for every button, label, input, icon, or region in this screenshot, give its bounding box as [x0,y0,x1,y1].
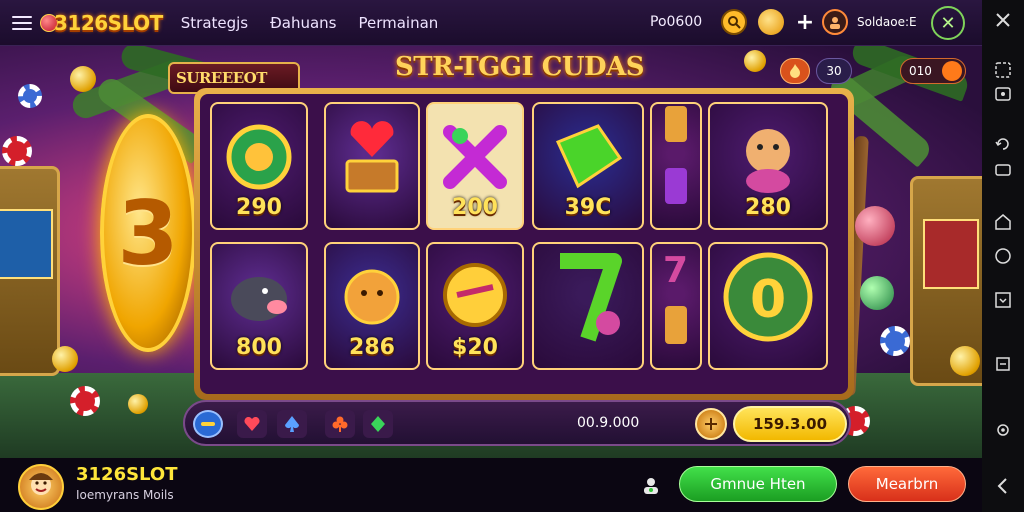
download-icon[interactable] [993,290,1013,310]
reel-tile[interactable] [324,102,420,230]
username: Soldaoe:E [857,15,917,29]
boar-icon [219,257,299,341]
x-leaf-icon [440,122,510,196]
ornament-ball-icon [860,276,894,310]
menu-icon[interactable] [12,15,32,30]
circle-icon[interactable] [993,246,1013,266]
reel-tile[interactable]: 7 [650,242,702,370]
nav-strategjs[interactable]: Strategjs [181,14,248,32]
top-bar: 3126SLOT Strategjs Ðahuans Permainan Po0… [0,0,982,46]
game-start-button[interactable]: Gmnue Hten [679,466,837,502]
green-gem-icon [548,122,628,196]
close-icon[interactable] [993,10,1013,30]
bet-amount: 00.9.000 [577,415,640,431]
lantern-icon [659,104,693,216]
brand-name: 3126SLOT [76,464,178,485]
register-button[interactable]: Mearbrn [848,466,966,502]
nav-dahuans[interactable]: Ðahuans [270,14,336,32]
diamond-suit-icon[interactable] [363,410,393,438]
nav-permainan[interactable]: Permainan [358,14,438,32]
tile-value: 286 [349,335,395,360]
poker-chip-icon [18,84,42,108]
game-title: STR-TGGI CUDAS [395,52,645,82]
reel-tile[interactable]: 39C [532,102,644,230]
reel-tile[interactable]: 0 [708,242,828,370]
avatar[interactable] [822,9,848,35]
slot-machine-left [0,166,60,376]
seven-jar-icon: 7 [659,244,693,356]
spin-icon[interactable] [695,408,727,440]
coin-icon [70,66,96,92]
control-bar: 00.9.000 159.3.00 [183,400,851,446]
device-side-rail [982,0,1024,512]
ornament-ball-icon [855,206,895,246]
tile-value: 290 [236,195,282,220]
poker-chip-icon [880,326,910,356]
poker-chip-icon [2,136,32,166]
tile-value: 200 [452,195,498,220]
big-coin-icon: 3 [100,114,196,352]
logo[interactable]: 3126SLOT [40,11,163,35]
back-icon[interactable] [993,476,1013,496]
lucky-seven-icon [548,247,628,351]
level-badge[interactable]: 30 [816,58,852,84]
home-icon[interactable] [993,212,1013,232]
user-support-icon[interactable] [640,474,662,496]
landscape-icon[interactable] [993,160,1013,180]
plus-icon[interactable]: + [792,9,818,35]
screenshot-icon[interactable] [993,60,1013,80]
search-icon[interactable] [721,9,747,35]
coin-icon [128,394,148,414]
club-suit-icon[interactable] [325,410,355,438]
main-nav: Strategjs Ðahuans Permainan [181,14,461,32]
heart-suit-icon[interactable] [237,410,267,438]
brand-subtitle: Ioemyrans Moils [76,488,174,502]
reel-tile[interactable]: 200 [426,102,524,230]
rotate-icon[interactable] [993,134,1013,154]
tile-value: 800 [236,335,282,360]
tile-value: 39C [564,195,612,220]
svg-text:7: 7 [663,250,688,291]
coin-icon [950,346,980,376]
dog-mascot-icon [728,117,808,201]
reel-tile[interactable] [650,102,702,230]
jackpot-zero-icon: 0 [720,247,816,351]
logo-text: 3126SLOT [54,10,163,35]
settings-icon[interactable] [993,420,1013,440]
tile-value: 280 [745,195,791,220]
reel-tile[interactable]: 280 [708,102,828,230]
tile-value: $20 [452,335,498,360]
reel-tile[interactable]: 800 [210,242,308,370]
reel-tile[interactable] [532,242,644,370]
coin-icon [744,50,766,72]
reel-tile[interactable]: 286 [324,242,420,370]
coin-icon[interactable] [758,9,784,35]
reel-frame: 290 200 39C 280 800 286 $20 7 0 [194,88,854,400]
heart-chest-icon [337,117,407,201]
brand-avatar[interactable] [18,464,64,510]
reel-grid: 290 200 39C 280 800 286 $20 7 0 [200,94,848,394]
win-amount: 159.3.00 [733,406,847,442]
score-badge[interactable]: 010 [900,58,966,84]
close-icon[interactable]: ✕ [931,6,965,40]
spade-suit-icon[interactable] [277,410,307,438]
golden-cat-icon [332,257,412,341]
coin-icon [52,346,78,372]
svg-text:0: 0 [750,270,786,330]
app-root: 3126SLOT Strategjs Ðahuans Permainan Po0… [0,0,1024,512]
reel-tile[interactable]: $20 [426,242,524,370]
wheel-coin-icon [224,122,294,196]
import-icon[interactable] [993,354,1013,374]
bottom-bar: 3126SLOT Ioemyrans Moils Gmnue Hten Mear… [0,458,982,512]
poker-chip-icon [70,386,100,416]
autoplay-icon[interactable] [193,410,223,438]
gold-coin-icon [435,257,515,341]
fire-badge-icon[interactable] [780,58,810,84]
balance-text: Po0600 [650,14,703,30]
reel-tile[interactable]: 290 [210,102,308,230]
record-icon[interactable] [993,84,1013,104]
